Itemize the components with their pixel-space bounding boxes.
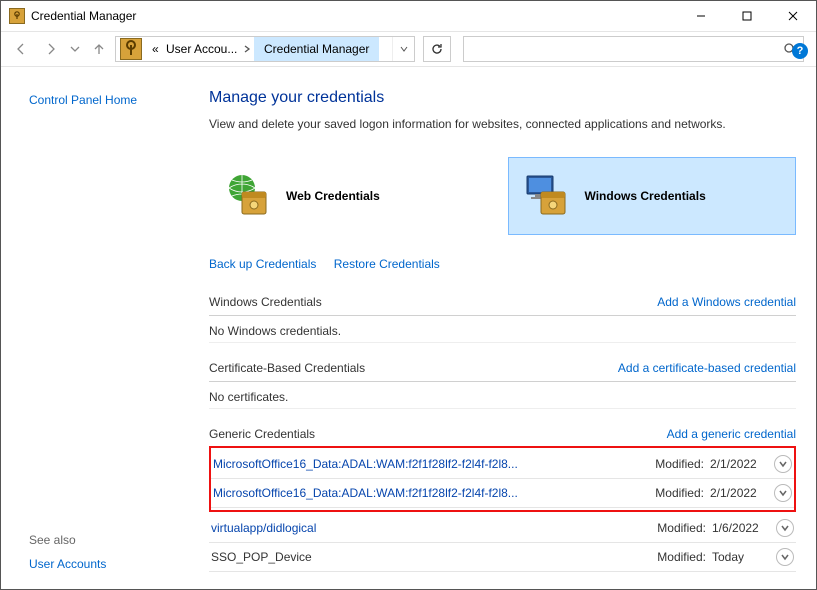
page-heading: Manage your credentials [209, 89, 796, 107]
modified-label: Modified: [657, 550, 712, 564]
credential-name: MicrosoftOffice16_Data:ADAL:WAM:f2f1f28l… [213, 457, 518, 471]
credential-row[interactable]: MicrosoftOffice16_Data:ADAL:WAM:f2f1f28l… [211, 450, 794, 479]
credential-type-tiles: Web Credentials Win [209, 157, 796, 235]
main-panel: ? Manage your credentials View and delet… [201, 67, 816, 589]
chevron-down-icon[interactable] [774, 455, 792, 473]
search-input[interactable] [463, 36, 804, 62]
web-credentials-tile[interactable]: Web Credentials [209, 157, 498, 235]
breadcrumb-segment-1[interactable]: User Accou... [160, 37, 240, 61]
location-icon [120, 38, 142, 60]
chevron-down-icon[interactable] [774, 484, 792, 502]
address-dropdown-button[interactable] [392, 37, 414, 61]
left-panel: Control Panel Home See also User Account… [1, 67, 201, 589]
section-title: Windows Credentials [209, 295, 322, 309]
add-windows-credential-link[interactable]: Add a Windows credential [657, 295, 796, 309]
close-button[interactable] [770, 1, 816, 31]
generic-credentials-section: Generic Credentials Add a generic creden… [209, 423, 796, 572]
section-title: Certificate-Based Credentials [209, 361, 365, 375]
windows-credentials-section: Windows Credentials Add a Windows creden… [209, 291, 796, 343]
credential-name: SSO_POP_Device [211, 550, 312, 564]
certificate-credentials-section: Certificate-Based Credentials Add a cert… [209, 357, 796, 409]
add-generic-credential-link[interactable]: Add a generic credential [667, 427, 796, 441]
page-description: View and delete your saved logon informa… [209, 117, 796, 131]
web-credentials-icon [224, 172, 272, 220]
user-accounts-link[interactable]: User Accounts [29, 557, 106, 571]
windows-credentials-icon [523, 172, 571, 220]
modified-label: Modified: [655, 457, 710, 471]
chevron-right-icon[interactable] [240, 45, 254, 53]
breadcrumb-prefix: « [146, 37, 160, 61]
window-controls [678, 1, 816, 31]
window: Credential Manager « User Accou... Crede… [0, 0, 817, 590]
modified-date: 2/1/2022 [710, 457, 766, 471]
recent-locations-button[interactable] [67, 35, 83, 63]
chevron-down-icon[interactable] [776, 548, 794, 566]
credential-name: virtualapp/didlogical [211, 521, 316, 535]
minimize-button[interactable] [678, 1, 724, 31]
highlighted-credentials: MicrosoftOffice16_Data:ADAL:WAM:f2f1f28l… [209, 446, 796, 512]
credential-actions: Back up Credentials Restore Credentials [209, 257, 796, 271]
modified-label: Modified: [655, 486, 710, 500]
windows-credentials-label: Windows Credentials [585, 189, 706, 203]
windows-credentials-tile[interactable]: Windows Credentials [508, 157, 797, 235]
forward-button[interactable] [37, 35, 65, 63]
content-area: Control Panel Home See also User Account… [1, 67, 816, 589]
control-panel-home-link[interactable]: Control Panel Home [29, 93, 201, 107]
window-title: Credential Manager [31, 9, 136, 23]
up-button[interactable] [85, 35, 113, 63]
backup-credentials-link[interactable]: Back up Credentials [209, 257, 316, 271]
see-also-label: See also [29, 533, 106, 547]
restore-credentials-link[interactable]: Restore Credentials [334, 257, 440, 271]
credential-name: MicrosoftOffice16_Data:ADAL:WAM:f2f1f28l… [213, 486, 518, 500]
web-credentials-label: Web Credentials [286, 189, 380, 203]
modified-date: 1/6/2022 [712, 521, 768, 535]
credential-row[interactable]: MicrosoftOffice16_Data:ADAL:WAM:f2f1f28l… [211, 479, 794, 508]
back-button[interactable] [7, 35, 35, 63]
refresh-button[interactable] [423, 36, 451, 62]
navigation-bar: « User Accou... Credential Manager [1, 31, 816, 67]
section-empty-text: No Windows credentials. [209, 316, 796, 343]
modified-label: Modified: [657, 521, 712, 535]
section-title: Generic Credentials [209, 427, 315, 441]
chevron-down-icon[interactable] [776, 519, 794, 537]
maximize-button[interactable] [724, 1, 770, 31]
section-empty-text: No certificates. [209, 382, 796, 409]
breadcrumb-segment-2[interactable]: Credential Manager [254, 37, 379, 61]
help-icon[interactable]: ? [792, 43, 808, 59]
credential-row[interactable]: SSO_POP_Device Modified:Today [209, 543, 796, 572]
modified-date: 2/1/2022 [710, 486, 766, 500]
titlebar: Credential Manager [1, 1, 816, 31]
credential-row[interactable]: virtualapp/didlogical Modified:1/6/2022 [209, 514, 796, 543]
add-certificate-credential-link[interactable]: Add a certificate-based credential [618, 361, 796, 375]
address-bar[interactable]: « User Accou... Credential Manager [115, 36, 415, 62]
modified-date: Today [712, 550, 768, 564]
credential-manager-icon [9, 8, 25, 24]
